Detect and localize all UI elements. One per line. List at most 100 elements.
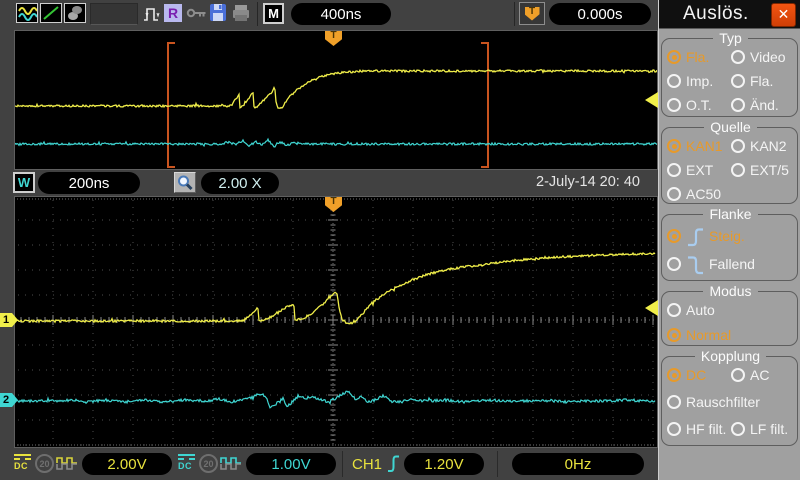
radio-icon <box>667 139 681 153</box>
zoom-button[interactable] <box>174 172 196 193</box>
radio-icon <box>667 50 681 64</box>
radio-icon <box>667 98 681 112</box>
trigger-time-readout: 0.000s <box>549 3 651 25</box>
option-type-ot[interactable]: O.T. <box>667 95 731 115</box>
group-trigger-slope: Flanke Steig. Fallend <box>661 206 798 281</box>
option-coupling-hf-filter[interactable]: HF filt. <box>667 419 731 439</box>
group-trigger-coupling: Kopplung DC AC Rauschfilter HF filt. LF … <box>661 348 798 446</box>
option-type-pulse[interactable]: Imp. <box>667 71 731 91</box>
option-type-edge[interactable]: Fla. <box>667 47 731 67</box>
group-legend: Quelle <box>704 119 756 135</box>
zoom-window-right-bracket[interactable] <box>481 43 488 167</box>
ch1-scale-readout: 2.00V <box>82 453 172 475</box>
option-label: EXT/5 <box>750 162 789 178</box>
group-trigger-source: Quelle KAN1 KAN2 EXT EXT/5 AC50 <box>661 119 798 204</box>
trigger-level-arrow-lower[interactable] <box>645 300 658 316</box>
ch1-bandwidth-icon: 20 <box>35 454 54 473</box>
radio-icon <box>731 368 745 382</box>
option-source-ext5[interactable]: EXT/5 <box>731 160 794 180</box>
divider <box>497 451 498 477</box>
channel-waveforms-icon <box>16 3 38 23</box>
print-icon[interactable] <box>231 3 252 23</box>
option-type-alternate[interactable]: Änd. <box>731 95 794 115</box>
divider <box>342 451 343 477</box>
option-label: Fla. <box>686 49 709 65</box>
option-label: KAN2 <box>750 138 787 154</box>
group-trigger-type: Typ Fla. Video Imp. Fla. O.T. Änd. <box>661 30 798 117</box>
menu-header: Auslös. ✕ <box>659 0 800 29</box>
option-coupling-dc[interactable]: DC <box>667 365 731 385</box>
radio-icon <box>667 229 681 243</box>
group-trigger-mode: Modus Auto Normal <box>661 283 798 346</box>
option-source-kan2[interactable]: KAN2 <box>731 136 794 156</box>
radio-icon <box>667 74 681 88</box>
group-legend: Typ <box>713 30 748 46</box>
group-legend: Kopplung <box>695 348 766 364</box>
ch2-coupling-label: DC <box>178 461 195 471</box>
option-label: KAN1 <box>686 138 723 154</box>
overview-traces <box>15 31 657 169</box>
trigger-level-readout: 1.20V <box>404 453 484 475</box>
option-label: DC <box>686 367 706 383</box>
radio-icon <box>731 74 745 88</box>
option-label: LF filt. <box>750 421 788 437</box>
option-label: HF filt. <box>686 421 726 437</box>
lock-key-icon <box>186 6 208 20</box>
option-slope-rising[interactable]: Steig. <box>667 223 794 249</box>
option-source-ac50[interactable]: AC50 <box>667 184 731 204</box>
trigger-source-label: CH1 <box>352 456 382 473</box>
ramp-signal-icon <box>40 3 62 23</box>
group-legend: Flanke <box>703 206 757 222</box>
pulse-acquire-icon <box>142 3 162 24</box>
option-mode-normal[interactable]: Normal <box>667 325 794 345</box>
sine-waves-icon <box>17 4 37 22</box>
close-button[interactable]: ✕ <box>771 3 796 27</box>
empty-slot <box>90 3 138 25</box>
divider <box>257 2 258 26</box>
option-label: AC50 <box>686 186 721 202</box>
option-source-kan1[interactable]: KAN1 <box>667 136 731 156</box>
oscilloscope-screen: { "colors":{"ch1_yellow":"#f0ee4a","ch2_… <box>0 0 800 480</box>
option-type-slope[interactable]: Fla. <box>731 71 794 91</box>
option-slope-falling[interactable]: Fallend <box>667 251 794 277</box>
radio-icon <box>667 395 681 409</box>
radio-icon <box>667 303 681 317</box>
main-timebase-readout: 400ns <box>291 3 391 25</box>
radio-icon <box>731 50 745 64</box>
option-label: Normal <box>686 327 731 343</box>
ch1-coupling-icon: DC <box>14 454 31 471</box>
option-label: Imp. <box>686 73 713 89</box>
option-label: Rauschfilter <box>686 394 760 410</box>
radio-icon <box>731 163 745 177</box>
ch1-probe-icon <box>56 456 78 472</box>
option-label: O.T. <box>686 97 712 113</box>
option-label: Video <box>750 49 786 65</box>
window-timebase-readout: 200ns <box>38 172 140 194</box>
math-badge: M <box>263 3 284 24</box>
main-waveform-window <box>14 196 658 448</box>
falling-edge-icon <box>686 253 704 276</box>
zoom-factor-readout: 2.00 X <box>201 172 279 194</box>
ch2-bandwidth-icon: 20 <box>199 454 218 473</box>
trigger-level-arrow-upper[interactable] <box>645 92 658 108</box>
rising-edge-icon <box>686 225 704 248</box>
option-type-video[interactable]: Video <box>731 47 794 67</box>
option-coupling-ac[interactable]: AC <box>731 365 794 385</box>
magnifier-icon <box>176 174 194 192</box>
trigger-menu-panel: Auslös. ✕ Typ Fla. Video Imp. Fla. O.T. … <box>658 0 800 480</box>
run-badge: R <box>164 4 182 22</box>
save-icon[interactable] <box>209 3 228 23</box>
option-coupling-lf-filter[interactable]: LF filt. <box>731 419 794 439</box>
option-mode-auto[interactable]: Auto <box>667 300 794 320</box>
option-label: Fla. <box>750 73 773 89</box>
trace <box>15 139 657 147</box>
radio-icon <box>667 422 681 436</box>
ch2-scale-readout: 1.00V <box>246 453 336 475</box>
option-source-ext[interactable]: EXT <box>667 160 731 180</box>
option-coupling-noise-filter[interactable]: Rauschfilter <box>667 392 794 412</box>
radio-icon <box>731 422 745 436</box>
radio-icon <box>731 98 745 112</box>
menu-title: Auslös. <box>659 3 749 25</box>
overview-waveform-window <box>14 30 658 170</box>
group-legend: Modus <box>703 283 757 299</box>
